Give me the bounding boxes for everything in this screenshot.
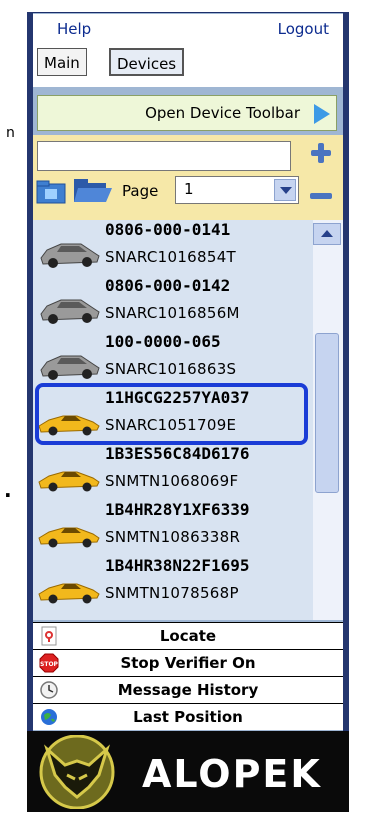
page-select-value: 1 [184,180,194,198]
device-serial: SNMTN1068069F [105,472,239,490]
tab-bar: Main Devices [33,42,343,87]
panel-frame-right [343,12,349,812]
locate-label: Locate [159,627,217,645]
scrollbar-thumb[interactable] [315,333,339,493]
device-serial: SNARC1016863S [105,360,237,378]
message-history-label: Message History [117,681,259,699]
logout-link[interactable]: Logout [278,20,329,38]
silver-car-icon [40,299,100,324]
yellow-car-icon [38,583,100,604]
device-serial: SNMTN1086338R [105,528,241,546]
chevron-down-icon[interactable] [274,179,296,201]
list-item[interactable]: 0806-000-0141 SNARC1016854T [33,220,313,283]
list-item[interactable]: 1B3ES56C84D6176 SNMTN1068069F [33,444,313,507]
list-item[interactable]: 1B4HR28Y1XF6339 SNMTN1086338R [33,500,313,563]
scroll-up-button[interactable] [313,223,341,245]
silver-car-icon [40,355,100,380]
page-select[interactable]: 1 [175,176,299,204]
folder-icon[interactable] [36,180,66,204]
device-id: 1B4HR38N22F1695 [105,556,250,575]
tab-devices[interactable]: Devices [109,48,185,76]
background-text-fragment: n [6,125,15,141]
stop-verifier-button[interactable]: STOP Stop Verifier On [33,649,343,676]
logo-wordmark: ALOPEK [142,752,322,796]
device-id: 0806-000-0141 [105,220,231,239]
stop-verifier-label: Stop Verifier On [120,654,256,672]
last-position-label: Last Position [133,708,243,726]
header-links: Help Logout [33,14,343,42]
page-label: Page [122,182,159,200]
help-link[interactable]: Help [57,20,91,38]
device-serial: SNARC1016856M [105,304,240,322]
action-menu: Locate STOP Stop Verifier On Message His… [33,622,343,730]
list-item[interactable]: 1B4HR38N22F1695 SNMTN1078568P [33,556,313,619]
arrow-right-icon [314,104,330,124]
background-text-fragment: . [4,478,12,502]
plus-icon[interactable] [310,142,332,164]
search-input[interactable] [37,141,291,171]
locate-button[interactable]: Locate [33,622,343,649]
device-id: 0806-000-0142 [105,276,231,295]
list-item[interactable]: 0806-000-0142 SNARC1016856M [33,276,313,339]
yellow-car-icon [38,471,100,492]
open-device-toolbar-label: Open Device Toolbar [145,104,300,122]
device-serial: SNMTN1078568P [105,584,239,602]
device-id: 1B3ES56C84D6176 [105,444,250,463]
last-position-button[interactable]: Last Position [33,703,343,730]
message-history-button[interactable]: Message History [33,676,343,703]
device-serial: SNARC1016854T [105,248,237,266]
wolf-emblem-icon [39,735,115,809]
silver-car-icon [40,243,100,268]
open-device-toolbar-button[interactable]: Open Device Toolbar [37,95,337,131]
open-folder-icon[interactable] [72,176,112,204]
yellow-car-icon [38,527,100,548]
minus-icon[interactable] [310,193,332,199]
tab-main[interactable]: Main [37,48,87,76]
selection-highlight [35,383,308,445]
device-id: 1B4HR28Y1XF6339 [105,500,250,519]
device-id: 100-0000-065 [105,332,221,351]
